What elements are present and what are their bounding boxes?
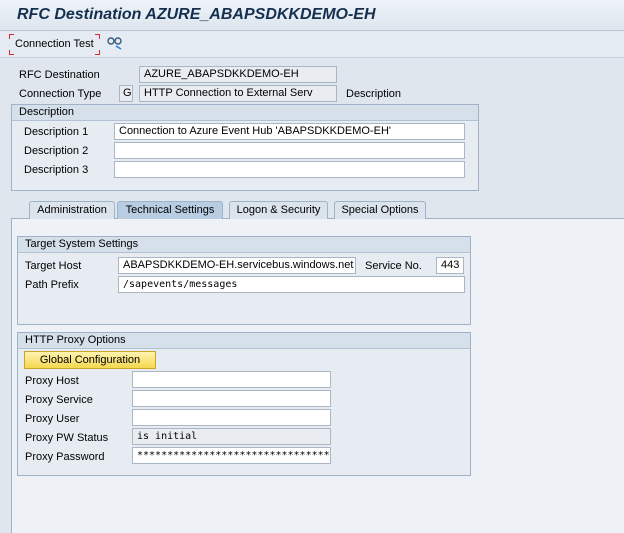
connection-type-code-field[interactable]: G [119, 85, 133, 102]
tab-special-options[interactable]: Special Options [334, 201, 426, 219]
connection-test-label: Connection Test [15, 38, 94, 50]
connection-type-label: Connection Type [19, 88, 102, 100]
connection-type-field[interactable]: HTTP Connection to External Serv [139, 85, 337, 102]
path-prefix-label: Path Prefix [25, 279, 79, 291]
title-bar: RFC Destination AZURE_ABAPSDKKDEMO-EH [0, 0, 624, 31]
proxy-pw-status-label: Proxy PW Status [25, 432, 109, 444]
tab-technical-settings[interactable]: Technical Settings [117, 201, 223, 219]
tab-administration[interactable]: Administration [29, 201, 115, 219]
target-host-field[interactable]: ABAPSDKKDEMO-EH.servicebus.windows.net [118, 257, 356, 274]
proxy-user-label: Proxy User [25, 413, 80, 425]
proxy-service-field[interactable] [132, 390, 331, 407]
service-number-field[interactable]: 443 [436, 257, 464, 274]
rfc-destination-field[interactable]: AZURE_ABAPSDKKDEMO-EH [139, 66, 337, 83]
connection-type-description-label: Description [346, 88, 402, 100]
application-toolbar: Connection Test [0, 31, 624, 58]
target-system-settings-title: Target System Settings [18, 237, 470, 253]
description-group-title: Description [12, 105, 478, 121]
glasses-icon[interactable] [107, 36, 123, 50]
connection-test-button[interactable]: Connection Test [9, 34, 100, 55]
path-prefix-field[interactable]: /sapevents/messages [118, 276, 465, 293]
rfc-destination-label: RFC Destination [19, 69, 100, 81]
page-title: RFC Destination AZURE_ABAPSDKKDEMO-EH [17, 6, 376, 23]
description-2-label: Description 2 [24, 145, 89, 157]
proxy-password-field[interactable]: ************************************ [132, 447, 331, 464]
tab-logon-security[interactable]: Logon & Security [229, 201, 328, 219]
http-proxy-options-title: HTTP Proxy Options [18, 333, 470, 349]
description-1-label: Description 1 [24, 126, 89, 138]
proxy-user-field[interactable] [132, 409, 331, 426]
proxy-pw-status-field: is initial [132, 428, 331, 445]
description-3-field[interactable] [114, 161, 465, 178]
global-configuration-button[interactable]: Global Configuration [24, 351, 156, 369]
service-number-label: Service No. [365, 260, 422, 272]
description-1-field[interactable]: Connection to Azure Event Hub 'ABAPSDKKD… [114, 123, 465, 140]
target-host-label: Target Host [25, 260, 82, 272]
proxy-password-label: Proxy Password [25, 451, 105, 463]
proxy-host-field[interactable] [132, 371, 331, 388]
proxy-host-label: Proxy Host [25, 375, 79, 387]
proxy-service-label: Proxy Service [25, 394, 93, 406]
description-2-field[interactable] [114, 142, 465, 159]
description-3-label: Description 3 [24, 164, 89, 176]
